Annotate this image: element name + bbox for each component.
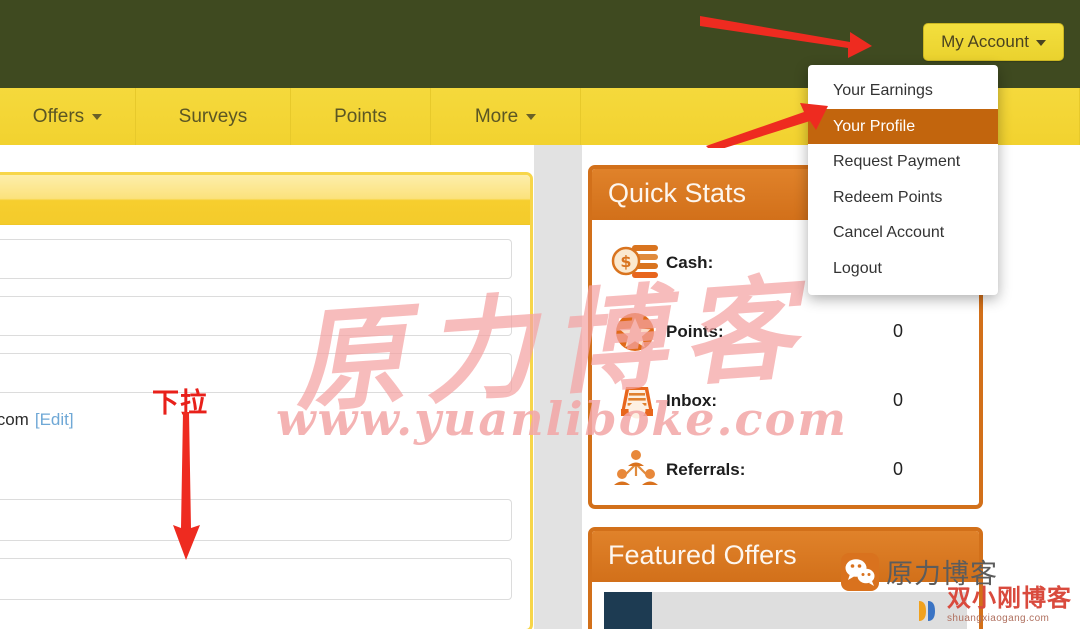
annotation-scroll-note: 下拉 — [152, 388, 208, 419]
email-value: ail.com — [0, 410, 29, 429]
stat-label-referrals: Referrals: — [666, 459, 746, 479]
stat-label-inbox: Inbox: — [666, 390, 717, 410]
page-root: My Account Offers Surveys Points More om… — [0, 0, 1080, 629]
chevron-down-icon — [92, 113, 103, 120]
stat-value-points: 0 — [893, 321, 904, 341]
inbox-tray-icon — [610, 379, 666, 423]
secondary-brand-text: 双小刚博客 shuangxiaogang.com — [947, 578, 1072, 624]
my-account-label: My Account — [941, 32, 1029, 51]
profile-field-1[interactable] — [0, 239, 512, 279]
dropdown-item-cancel-account[interactable]: Cancel Account — [808, 215, 998, 251]
profile-lower-field-2[interactable] — [0, 558, 512, 600]
profile-field-3[interactable] — [0, 353, 512, 393]
column-gutter — [534, 145, 582, 629]
dropdown-item-your-earnings[interactable]: Your Earnings — [808, 73, 998, 109]
secondary-brand-icon — [915, 598, 941, 624]
nav-label-surveys: Surveys — [178, 105, 248, 127]
nav-item-surveys[interactable]: Surveys — [136, 88, 291, 145]
featured-offer-item[interactable] — [604, 592, 967, 629]
account-dropdown-menu: Your Earnings Your Profile Request Payme… — [808, 65, 998, 295]
profile-column: ail.com [Edit] s s — [0, 145, 534, 629]
stat-value-inbox: 0 — [893, 390, 904, 410]
form-section-label: s — [0, 472, 512, 489]
dropdown-item-redeem-points[interactable]: Redeem Points — [808, 180, 998, 216]
secondary-brand-label: 双小刚博客 — [947, 584, 1072, 612]
nav-item-points[interactable]: Points — [291, 88, 431, 145]
stat-row-referrals: Referrals: 0 — [592, 435, 979, 504]
nav-item-offers[interactable]: Offers — [0, 88, 136, 145]
profile-lower-field-1[interactable]: s — [0, 499, 512, 541]
svg-text:$: $ — [620, 252, 631, 271]
nav-label-offers: Offers — [32, 105, 85, 127]
chevron-down-icon — [1036, 39, 1046, 46]
nav-label-points: Points — [334, 105, 387, 127]
stat-label-points: Points: — [666, 321, 724, 341]
email-edit-link[interactable]: [Edit] — [35, 410, 74, 429]
chevron-down-icon — [526, 113, 537, 120]
secondary-brand-url: shuangxiaogang.com — [947, 613, 1050, 624]
dropdown-item-logout[interactable]: Logout — [808, 251, 998, 287]
nav-label-more: More — [474, 105, 519, 127]
dropdown-item-your-profile[interactable]: Your Profile — [808, 108, 998, 145]
dropdown-item-request-payment[interactable]: Request Payment — [808, 144, 998, 180]
profile-card-body: ail.com [Edit] s s — [0, 225, 530, 629]
profile-card: ail.com [Edit] s s — [0, 172, 533, 629]
cash-coins-icon: $ — [610, 241, 666, 285]
points-star-icon — [610, 310, 666, 354]
offer-thumbnail — [604, 592, 652, 629]
email-row: ail.com [Edit] — [0, 410, 512, 430]
stat-row-inbox: Inbox: 0 — [592, 366, 979, 435]
profile-field-2[interactable] — [0, 296, 512, 336]
stat-value-referrals: 0 — [893, 459, 904, 479]
wechat-icon — [841, 552, 879, 591]
secondary-brand-logo: 双小刚博客 shuangxiaogang.com — [915, 578, 1072, 624]
stat-row-points: Points: 0 — [592, 297, 979, 366]
referrals-people-icon — [610, 448, 666, 492]
nav-item-more[interactable]: More — [431, 88, 581, 145]
my-account-button[interactable]: My Account — [923, 23, 1064, 61]
profile-card-header — [0, 175, 530, 225]
